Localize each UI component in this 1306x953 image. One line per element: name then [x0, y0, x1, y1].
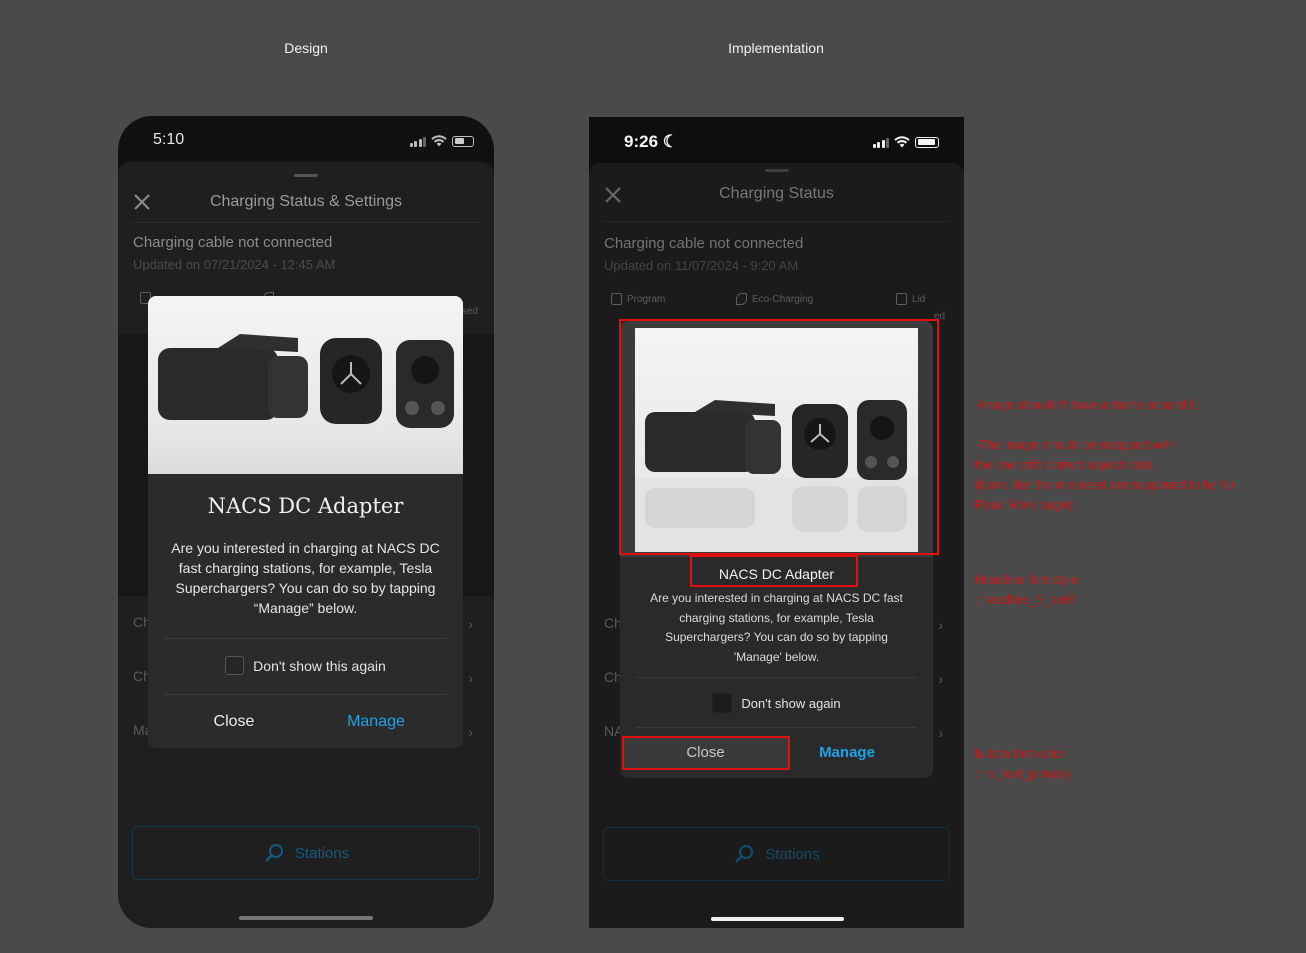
divider	[164, 694, 447, 695]
wifi-icon	[431, 135, 447, 147]
manage-button[interactable]: Manage	[320, 713, 432, 731]
note-line: -The image should be swapped with	[975, 438, 1176, 452]
lid-icon	[896, 293, 907, 305]
chevron-right-icon: ›	[938, 725, 943, 741]
stations-button[interactable]: Stations	[603, 827, 950, 881]
stations-button[interactable]: Stations	[132, 826, 480, 880]
image-annotation-box	[619, 319, 939, 555]
design-phone: 5:10 Charging Status & Settings Charging…	[118, 116, 494, 928]
sheet-grabber[interactable]	[294, 174, 318, 177]
cable-status: Charging cable not connected	[133, 234, 333, 251]
image-annotation-note: -Image shouldn't have a frame around it.…	[975, 395, 1235, 515]
nacs-dialog: NACS DC Adapter Are you interested in ch…	[148, 296, 463, 748]
adapter-image	[148, 296, 463, 474]
sheet-title: Charging Status & Settings	[209, 193, 403, 210]
note-line: : headline_5_serif	[975, 593, 1074, 607]
note-line: (looks like the one used are supposed to…	[975, 478, 1235, 492]
note-line: the one with correct aspect ratio.	[975, 458, 1156, 472]
program-icon	[611, 293, 622, 305]
sheet-title: Charging Status	[719, 185, 834, 202]
status-bar: 5:10	[118, 116, 494, 162]
quick-label: Lid	[912, 293, 926, 305]
divider	[636, 727, 917, 728]
status-time-text: 9:26	[624, 132, 659, 151]
signal-icon	[409, 136, 426, 147]
status-time: 5:10	[153, 131, 185, 148]
button-annotation-box	[622, 736, 790, 770]
chevron-right-icon: ›	[938, 671, 943, 687]
battery-icon	[452, 135, 474, 147]
home-indicator	[239, 916, 373, 920]
quick-item-program[interactable]: Program	[611, 293, 665, 305]
signal-icon	[872, 137, 889, 148]
close-button[interactable]: Close	[178, 713, 290, 731]
wifi-icon	[894, 136, 910, 148]
divider	[132, 222, 480, 223]
chevron-right-icon: ›	[468, 670, 473, 686]
updated-timestamp: Updated on 07/21/2024 - 12:45 AM	[133, 257, 336, 272]
dont-show-row[interactable]: Don't show this again	[148, 656, 463, 675]
quick-label-partial: sed	[461, 306, 478, 317]
dialog-headline: NACS DC Adapter	[207, 494, 404, 518]
note-line: Headline font style	[975, 573, 1078, 587]
note-line: button font color	[975, 747, 1065, 761]
divider	[636, 677, 917, 678]
quick-item-lid[interactable]: Lid	[896, 293, 925, 305]
leaf-icon	[736, 293, 747, 305]
manage-button[interactable]: Manage	[795, 738, 899, 768]
chevron-right-icon: ›	[468, 724, 473, 740]
dont-show-checkbox[interactable]	[225, 656, 245, 675]
divider	[603, 221, 950, 222]
quick-label: Program	[627, 293, 666, 305]
note-line	[975, 415, 1235, 435]
button-annotation-note: button font color : ris_text_primary	[975, 744, 1071, 784]
updated-timestamp: Updated on 11/07/2024 - 9:20 AM	[604, 258, 799, 273]
battery-icon	[915, 136, 939, 148]
dialog-body: Are you interested in charging at NACS D…	[650, 591, 903, 664]
moon-icon: ☾	[662, 132, 679, 151]
stations-label: Stations	[765, 845, 820, 863]
dont-show-label: Don't show again	[741, 695, 841, 711]
sheet-grabber[interactable]	[764, 169, 789, 172]
implementation-column-title: Implementation	[728, 40, 824, 56]
dont-show-row[interactable]: Don't show again	[620, 693, 933, 713]
note-line: Read More page)	[975, 498, 1073, 512]
divider	[164, 638, 447, 639]
dialog-body: Are you interested in charging at NACS D…	[171, 540, 440, 616]
note-line: : ris_text_primary	[975, 767, 1071, 781]
dont-show-checkbox[interactable]	[712, 693, 733, 713]
headline-annotation-box	[690, 555, 858, 587]
nacs-adapter-illustration	[158, 334, 454, 428]
cable-status: Charging cable not connected	[604, 235, 804, 252]
status-time: 9:26 ☾	[624, 132, 678, 152]
quick-item-eco[interactable]: Eco-Charging	[736, 293, 813, 305]
home-indicator	[710, 917, 844, 921]
chevron-right-icon: ›	[468, 616, 473, 632]
search-icon	[735, 845, 754, 863]
search-icon	[265, 844, 283, 862]
dont-show-label: Don't show this again	[253, 657, 386, 674]
chevron-right-icon: ›	[938, 617, 943, 633]
note-line: -Image shouldn't have a frame around it.	[975, 398, 1200, 412]
status-bar: 9:26 ☾	[589, 117, 964, 163]
headline-annotation-note: Headline font style : headline_5_serif	[975, 570, 1078, 610]
design-column-title: Design	[284, 40, 328, 56]
quick-label: Eco-Charging	[752, 293, 814, 305]
stations-label: Stations	[294, 844, 350, 862]
